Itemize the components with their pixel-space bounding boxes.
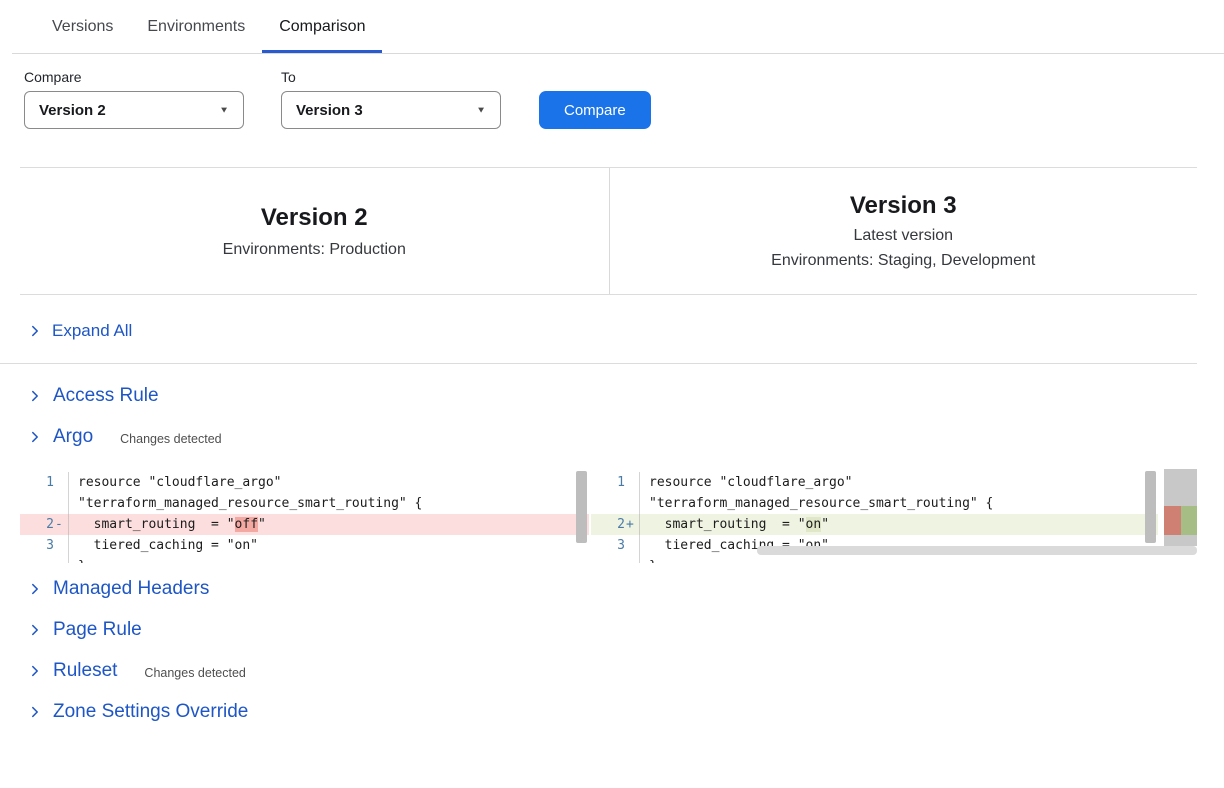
diff-minimap <box>1164 469 1197 546</box>
line-number <box>20 556 54 563</box>
version-right-title: Version 3 <box>850 192 957 220</box>
removed-marker: - <box>54 514 66 535</box>
code-line-wrap: "terraform_managed_resource_smart_routin… <box>591 493 1158 514</box>
removed-token: off <box>235 517 258 532</box>
compare-to-value: Version 3 <box>296 102 363 119</box>
section-label: Argo <box>53 426 93 448</box>
line-number <box>20 493 54 514</box>
code-line: 1 resource "cloudflare_argo" <box>591 472 1158 493</box>
code-line-clipped: } <box>20 556 589 563</box>
compare-controls: Compare Version 2 ▼ To Version 3 ▼ Compa… <box>0 69 1224 129</box>
tab-bar: Versions Environments Comparison <box>12 0 1224 54</box>
code-text: tiered_caching = "on" <box>68 535 589 556</box>
compare-from-label: Compare <box>24 69 244 85</box>
version-right-environments: Environments: Staging, Development <box>771 251 1035 270</box>
code-text: " <box>258 517 266 532</box>
code-line: 1 resource "cloudflare_argo" <box>20 472 589 493</box>
code-line-wrap: "terraform_managed_resource_smart_routin… <box>20 493 589 514</box>
section-label: Ruleset <box>53 660 117 682</box>
line-mod <box>625 535 637 556</box>
chevron-down-icon: ▼ <box>219 105 229 114</box>
compare-from-field: Compare Version 2 ▼ <box>24 69 244 129</box>
compare-from-value: Version 2 <box>39 102 106 119</box>
chevron-right-icon <box>28 582 42 596</box>
code-line-added: 2+ smart_routing = "on" <box>591 514 1158 535</box>
line-number: 2 <box>20 514 54 535</box>
section-managed-headers[interactable]: Managed Headers <box>0 577 1224 601</box>
code-text: smart_routing = "on" <box>639 514 1158 535</box>
scrollbar-thumb[interactable] <box>1145 471 1156 543</box>
line-mod <box>625 472 637 493</box>
section-access-rule[interactable]: Access Rule <box>0 384 1224 408</box>
minimap-added-block <box>1181 506 1197 535</box>
chevron-right-icon <box>28 664 42 678</box>
code-text: smart_routing = " <box>78 517 235 532</box>
section-label: Page Rule <box>53 619 142 641</box>
code-line-clipped: } <box>591 556 1158 563</box>
code-text: resource "cloudflare_argo" <box>68 472 589 493</box>
expand-all-label: Expand All <box>52 321 132 341</box>
horizontal-scrollbar[interactable] <box>757 546 1197 555</box>
line-number: 1 <box>591 472 625 493</box>
code-text: smart_routing = "off" <box>68 514 589 535</box>
line-mod <box>625 556 637 563</box>
section-zone-settings-override[interactable]: Zone Settings Override <box>0 700 1224 724</box>
version-headers: Version 2 Environments: Production Versi… <box>20 168 1197 294</box>
code-text: "terraform_managed_resource_smart_routin… <box>639 493 1158 514</box>
code-line: 3 tiered_caching = "on" <box>20 535 589 556</box>
code-text: } <box>68 556 589 563</box>
section-label: Zone Settings Override <box>53 701 248 723</box>
line-number: 2 <box>591 514 625 535</box>
section-page-rule[interactable]: Page Rule <box>0 618 1224 642</box>
code-text: resource "cloudflare_argo" <box>639 472 1158 493</box>
changes-detected-badge: Changes detected <box>144 663 245 680</box>
chevron-right-icon <box>28 389 42 403</box>
changes-detected-badge: Changes detected <box>120 429 221 446</box>
section-argo[interactable]: Argo Changes detected <box>0 425 1224 449</box>
argo-diff-viewer: 1resource "cloudflare_argo" "terraform_m… <box>20 469 1197 563</box>
code-text: } <box>639 556 1158 563</box>
line-mod <box>54 493 66 514</box>
scrollbar-thumb[interactable] <box>576 471 587 543</box>
line-mod <box>625 493 637 514</box>
chevron-right-icon <box>28 324 42 338</box>
chevron-down-icon: ▼ <box>476 105 486 114</box>
tab-comparison[interactable]: Comparison <box>262 0 382 53</box>
chevron-right-icon <box>28 430 42 444</box>
added-marker: + <box>625 514 637 535</box>
line-mod <box>54 556 66 563</box>
line-number <box>591 556 625 563</box>
code-text: smart_routing = " <box>649 517 806 532</box>
version-right-subtitle: Latest version <box>853 226 953 245</box>
added-token: on <box>806 517 822 532</box>
line-number: 3 <box>591 535 625 556</box>
version-left-header: Version 2 Environments: Production <box>20 168 609 294</box>
line-mod <box>54 535 66 556</box>
compare-to-label: To <box>281 69 501 85</box>
line-number: 1 <box>20 472 54 493</box>
version-left-environments: Environments: Production <box>223 240 406 259</box>
minimap-removed-block <box>1164 506 1181 535</box>
tab-versions[interactable]: Versions <box>35 0 130 53</box>
chevron-right-icon <box>28 705 42 719</box>
chevron-right-icon <box>28 623 42 637</box>
version-right-header: Version 3 Latest version Environments: S… <box>609 168 1198 294</box>
compare-to-select[interactable]: Version 3 ▼ <box>281 91 501 129</box>
code-text: "terraform_managed_resource_smart_routin… <box>68 493 589 514</box>
code-line-removed: 2- smart_routing = "off" <box>20 514 589 535</box>
section-ruleset[interactable]: Ruleset Changes detected <box>0 659 1224 683</box>
tab-environments[interactable]: Environments <box>130 0 262 53</box>
compare-from-select[interactable]: Version 2 ▼ <box>24 91 244 129</box>
line-mod <box>54 472 66 493</box>
diff-pane-old[interactable]: 1 resource "cloudflare_argo" "terraform_m… <box>20 469 589 563</box>
compare-button[interactable]: Compare <box>539 91 651 129</box>
section-label: Access Rule <box>53 385 159 407</box>
expand-all-toggle[interactable]: Expand All <box>0 295 1197 364</box>
line-number: 3 <box>20 535 54 556</box>
compare-to-field: To Version 3 ▼ <box>281 69 501 129</box>
code-text: " <box>821 517 829 532</box>
line-number <box>591 493 625 514</box>
version-left-title: Version 2 <box>261 204 368 232</box>
section-label: Managed Headers <box>53 578 209 600</box>
